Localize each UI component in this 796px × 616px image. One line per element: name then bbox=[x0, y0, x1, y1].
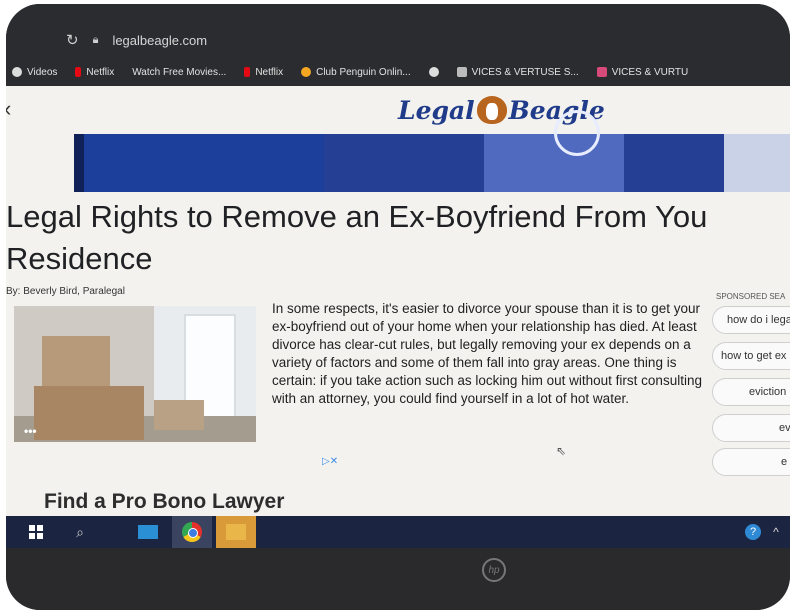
taskbar: ⌕ ? ^ bbox=[6, 516, 790, 548]
site-icon bbox=[456, 67, 467, 77]
hero-figure bbox=[484, 134, 624, 192]
circle-icon bbox=[12, 67, 22, 77]
article-body: In some respects, it's easier to divorce… bbox=[272, 301, 702, 406]
article-image: ••• bbox=[14, 306, 256, 442]
windows-icon bbox=[29, 525, 43, 539]
mail-app-button[interactable] bbox=[128, 516, 168, 548]
article-byline: By: Beverly Bird, Paralegal bbox=[6, 286, 125, 297]
browser-chrome: ↻ 🔒︎ legalbeagle.com Videos Netflix Watc… bbox=[6, 4, 790, 86]
chrome-app-button[interactable] bbox=[172, 516, 212, 548]
search-icon[interactable]: ⌕ bbox=[62, 516, 98, 548]
mouse-cursor-icon: ⇖ bbox=[556, 444, 567, 458]
bookmark-label: Videos bbox=[27, 66, 58, 78]
bookmark-club-penguin[interactable]: Club Penguin Onlin... bbox=[301, 67, 411, 78]
bookmark-label: VICES & VERTUSE S... bbox=[471, 66, 579, 78]
bookmark-label: Watch Free Movies... bbox=[132, 66, 227, 78]
bookmark-videos[interactable]: Videos bbox=[12, 67, 57, 78]
folder-icon bbox=[226, 524, 246, 540]
sponsored-search-1[interactable]: how do i lega bbox=[712, 306, 790, 334]
chevron-up-icon[interactable]: ^ bbox=[766, 516, 786, 548]
bookmark-netflix[interactable]: Netflix bbox=[75, 67, 114, 78]
bookmark-label: Netflix bbox=[86, 66, 115, 78]
mail-icon bbox=[138, 525, 158, 539]
file-explorer-button[interactable] bbox=[216, 516, 256, 548]
image-box bbox=[42, 336, 110, 390]
bookmark-label: VICES & VURTU bbox=[611, 66, 689, 78]
start-button[interactable] bbox=[16, 516, 56, 548]
ad-choices-icon[interactable]: ▷✕ bbox=[322, 456, 338, 467]
logo-text-left: Legal bbox=[398, 95, 475, 125]
web-page: ‹ Legal Beagle Legal Rights to Remove an… bbox=[6, 86, 790, 516]
image-box bbox=[34, 386, 144, 440]
bookmark-globe[interactable] bbox=[428, 67, 439, 77]
site-icon bbox=[596, 67, 607, 77]
hero-light bbox=[724, 134, 790, 192]
image-box bbox=[154, 400, 204, 430]
hero-ring bbox=[554, 110, 600, 156]
address-bar[interactable]: ↻ 🔒︎ legalbeagle.com bbox=[66, 30, 207, 50]
bookmarks-bar: Videos Netflix Watch Free Movies... Netf… bbox=[6, 60, 790, 84]
image-menu-button[interactable]: ••• bbox=[24, 424, 37, 438]
help-icon: ? bbox=[745, 524, 761, 540]
hero-banner bbox=[74, 110, 790, 192]
beagle-icon bbox=[476, 96, 507, 124]
hero-edge bbox=[74, 134, 84, 192]
section-heading: Find a Pro Bono Lawyer bbox=[44, 490, 285, 513]
bookmark-watch-free-movies[interactable]: Watch Free Movies... bbox=[132, 67, 226, 78]
sponsored-search-4[interactable]: ev bbox=[712, 414, 790, 442]
netflix-icon bbox=[75, 67, 82, 77]
bookmark-vices-2[interactable]: VICES & VURTU bbox=[596, 66, 689, 78]
sponsored-search-3[interactable]: eviction bbox=[712, 378, 790, 406]
title-line-2: Residence bbox=[6, 241, 153, 276]
penguin-icon bbox=[301, 67, 312, 77]
sponsored-heading: SPONSORED SEA bbox=[716, 292, 786, 301]
hp-logo: hp bbox=[482, 558, 506, 582]
netflix-icon bbox=[244, 67, 251, 77]
url-text[interactable]: legalbeagle.com bbox=[112, 33, 207, 48]
sponsored-search-5[interactable]: e bbox=[712, 448, 790, 476]
globe-icon bbox=[428, 67, 439, 77]
title-line-1: Legal Rights to Remove an Ex-Boyfriend F… bbox=[6, 199, 708, 234]
help-button[interactable]: ? bbox=[742, 516, 764, 548]
chrome-icon bbox=[182, 522, 202, 542]
bookmark-label: Club Penguin Onlin... bbox=[316, 66, 411, 78]
chevron-left-icon[interactable]: ‹ bbox=[6, 96, 11, 122]
article-title: Legal Rights to Remove an Ex-Boyfriend F… bbox=[6, 196, 790, 280]
bookmark-netflix-2[interactable]: Netflix bbox=[244, 67, 283, 78]
lock-icon: 🔒︎ bbox=[92, 33, 99, 46]
sponsored-search-2[interactable]: how to get ex bbox=[712, 342, 790, 370]
bookmark-label: Netflix bbox=[255, 66, 284, 78]
laptop-bezel: hp bbox=[6, 548, 790, 610]
reload-icon[interactable]: ↻ bbox=[66, 31, 79, 49]
photo-frame: ↻ 🔒︎ legalbeagle.com Videos Netflix Watc… bbox=[6, 4, 790, 610]
bookmark-vices-1[interactable]: VICES & VERTUSE S... bbox=[456, 66, 579, 78]
